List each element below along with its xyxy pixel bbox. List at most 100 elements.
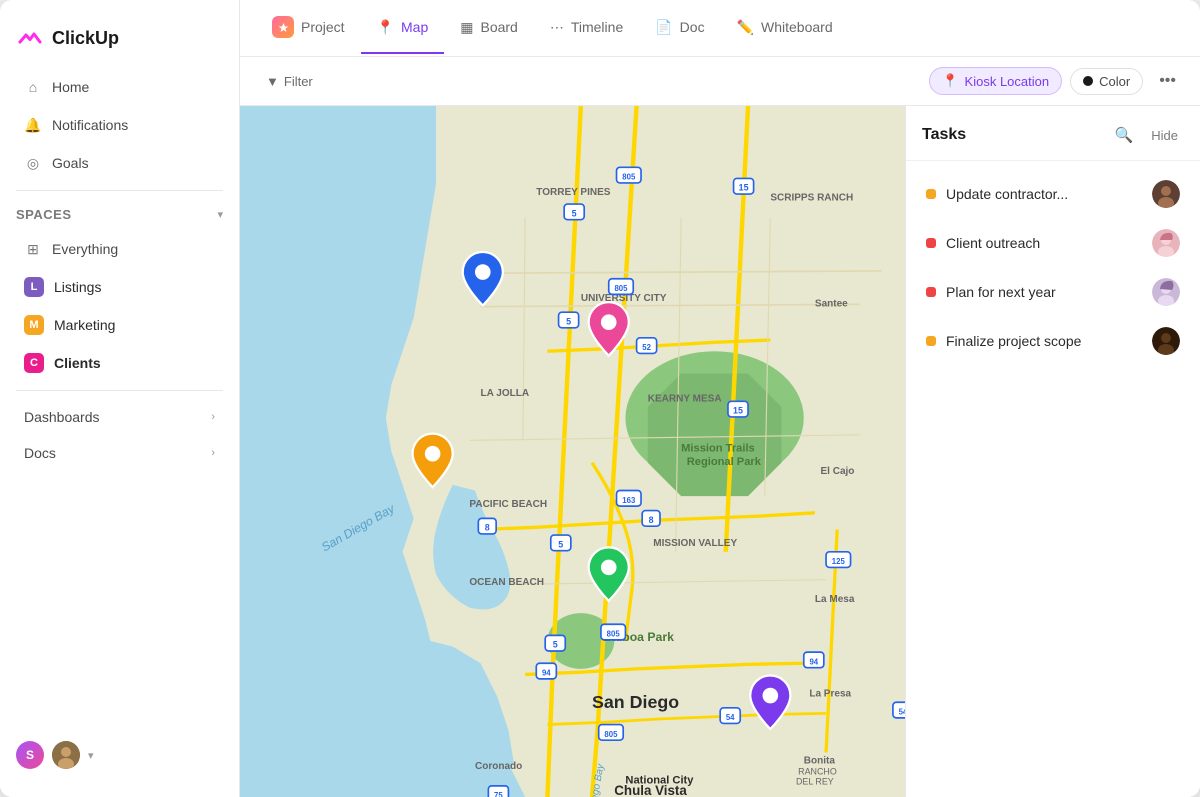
svg-text:54: 54 bbox=[726, 713, 735, 722]
svg-text:125: 125 bbox=[832, 557, 846, 566]
kiosk-pin-icon: 📍 bbox=[942, 73, 958, 89]
listings-badge: L bbox=[24, 277, 44, 297]
clients-label: Clients bbox=[54, 355, 101, 371]
nav-everything[interactable]: ⊞ Everything bbox=[8, 231, 231, 267]
user-avatar-initial[interactable]: S bbox=[16, 741, 44, 769]
map-tab-icon: 📍 bbox=[377, 19, 394, 36]
task-name: Client outreach bbox=[946, 235, 1142, 251]
svg-text:54: 54 bbox=[899, 708, 905, 717]
nav-goals[interactable]: ◎ Goals bbox=[8, 145, 231, 181]
color-button[interactable]: Color bbox=[1070, 68, 1143, 95]
tasks-header-actions: 🔍 Hide bbox=[1111, 122, 1184, 148]
tasks-hide-button[interactable]: Hide bbox=[1145, 124, 1184, 147]
nav-home[interactable]: ⌂ Home bbox=[8, 69, 231, 105]
task-item[interactable]: Update contractor... bbox=[910, 170, 1196, 218]
task-item[interactable]: Plan for next year bbox=[910, 268, 1196, 316]
tab-project[interactable]: Project bbox=[256, 0, 361, 56]
nav-docs[interactable]: Docs › bbox=[8, 436, 231, 470]
clients-badge: C bbox=[24, 353, 44, 373]
grid-icon: ⊞ bbox=[24, 240, 42, 258]
color-circle-icon bbox=[1083, 76, 1093, 86]
svg-text:805: 805 bbox=[604, 730, 618, 739]
toolbar: ▼ Filter 📍 Kiosk Location Color ••• bbox=[240, 57, 1200, 106]
svg-text:5: 5 bbox=[558, 539, 563, 549]
nav-notifications[interactable]: 🔔 Notifications bbox=[8, 107, 231, 143]
tab-timeline-label: Timeline bbox=[571, 19, 623, 35]
filter-label: Filter bbox=[284, 74, 313, 89]
svg-text:SCRIPPS RANCH: SCRIPPS RANCH bbox=[770, 193, 853, 204]
tab-map[interactable]: 📍 Map bbox=[361, 3, 445, 54]
task-avatar bbox=[1152, 278, 1180, 306]
sidebar-item-listings[interactable]: L Listings bbox=[8, 269, 231, 305]
tab-map-label: Map bbox=[401, 19, 428, 35]
task-name: Plan for next year bbox=[946, 284, 1142, 300]
marketing-label: Marketing bbox=[54, 317, 115, 333]
tab-board[interactable]: ▦ Board bbox=[444, 3, 534, 54]
toolbar-right: 📍 Kiosk Location Color ••• bbox=[929, 67, 1184, 95]
tasks-title: Tasks bbox=[922, 126, 966, 144]
svg-text:5: 5 bbox=[553, 640, 558, 650]
svg-text:OCEAN BEACH: OCEAN BEACH bbox=[469, 577, 544, 588]
svg-text:805: 805 bbox=[614, 284, 628, 293]
task-item[interactable]: Client outreach bbox=[910, 219, 1196, 267]
doc-tab-icon: 📄 bbox=[655, 19, 672, 36]
clickup-logo-icon bbox=[16, 24, 44, 52]
svg-text:805: 805 bbox=[607, 630, 621, 639]
kiosk-location-button[interactable]: 📍 Kiosk Location bbox=[929, 67, 1062, 95]
tab-timeline[interactable]: ⋯ Timeline bbox=[534, 3, 639, 54]
spaces-header[interactable]: Spaces ▾ bbox=[0, 199, 239, 230]
more-dots-icon: ••• bbox=[1159, 72, 1176, 89]
task-status-dot bbox=[926, 287, 936, 297]
task-name: Finalize project scope bbox=[946, 333, 1142, 349]
tasks-search-button[interactable]: 🔍 bbox=[1111, 122, 1138, 148]
svg-text:805: 805 bbox=[622, 173, 636, 182]
svg-text:Bonita: Bonita bbox=[804, 756, 836, 767]
svg-text:La Presa: La Presa bbox=[809, 689, 851, 700]
tab-doc[interactable]: 📄 Doc bbox=[639, 3, 720, 54]
svg-text:MISSION VALLEY: MISSION VALLEY bbox=[653, 538, 737, 549]
task-avatar bbox=[1152, 229, 1180, 257]
svg-text:LA JOLLA: LA JOLLA bbox=[481, 388, 530, 399]
top-tabs: Project 📍 Map ▦ Board ⋯ Timeline 📄 Doc ✏… bbox=[240, 0, 1200, 57]
svg-text:KEARNY MESA: KEARNY MESA bbox=[648, 393, 722, 404]
svg-text:8: 8 bbox=[485, 523, 490, 533]
whiteboard-tab-icon: ✏️ bbox=[737, 19, 754, 36]
board-tab-icon: ▦ bbox=[460, 19, 473, 36]
user-caret-icon: ▾ bbox=[88, 749, 94, 762]
svg-text:94: 94 bbox=[542, 669, 551, 678]
sidebar-item-clients[interactable]: C Clients bbox=[8, 345, 231, 381]
svg-text:Mission Trails: Mission Trails bbox=[681, 443, 755, 455]
search-icon: 🔍 bbox=[1115, 127, 1134, 144]
map-container[interactable]: TORREY PINES SCRIPPS RANCH UNIVERSITY CI… bbox=[240, 106, 905, 797]
user-avatar-photo[interactable] bbox=[52, 741, 80, 769]
svg-text:94: 94 bbox=[809, 657, 818, 666]
logo-text: ClickUp bbox=[52, 28, 119, 49]
content-area: TORREY PINES SCRIPPS RANCH UNIVERSITY CI… bbox=[240, 106, 1200, 797]
hide-label: Hide bbox=[1151, 128, 1178, 143]
sidebar-item-marketing[interactable]: M Marketing bbox=[8, 307, 231, 343]
nav-home-label: Home bbox=[52, 79, 89, 95]
task-status-dot bbox=[926, 189, 936, 199]
nav-goals-label: Goals bbox=[52, 155, 89, 171]
task-item[interactable]: Finalize project scope bbox=[910, 317, 1196, 365]
spaces-title: Spaces bbox=[16, 207, 72, 222]
svg-text:La Mesa: La Mesa bbox=[815, 594, 855, 605]
filter-button[interactable]: ▼ Filter bbox=[256, 69, 323, 94]
svg-text:El Cajo: El Cajo bbox=[820, 466, 854, 477]
docs-label: Docs bbox=[24, 445, 56, 461]
color-label: Color bbox=[1099, 74, 1130, 89]
svg-text:15: 15 bbox=[733, 406, 743, 416]
dashboards-label: Dashboards bbox=[24, 409, 100, 425]
svg-text:75: 75 bbox=[494, 791, 503, 797]
task-status-dot bbox=[926, 238, 936, 248]
svg-text:Santee: Santee bbox=[815, 299, 848, 310]
more-options-button[interactable]: ••• bbox=[1151, 67, 1184, 95]
task-avatar bbox=[1152, 180, 1180, 208]
task-name: Update contractor... bbox=[946, 186, 1142, 202]
sidebar-divider-2 bbox=[16, 390, 223, 391]
toolbar-left: ▼ Filter bbox=[256, 69, 323, 94]
nav-dashboards[interactable]: Dashboards › bbox=[8, 400, 231, 434]
svg-text:TORREY PINES: TORREY PINES bbox=[536, 187, 611, 198]
tab-whiteboard[interactable]: ✏️ Whiteboard bbox=[721, 3, 849, 54]
home-icon: ⌂ bbox=[24, 78, 42, 96]
